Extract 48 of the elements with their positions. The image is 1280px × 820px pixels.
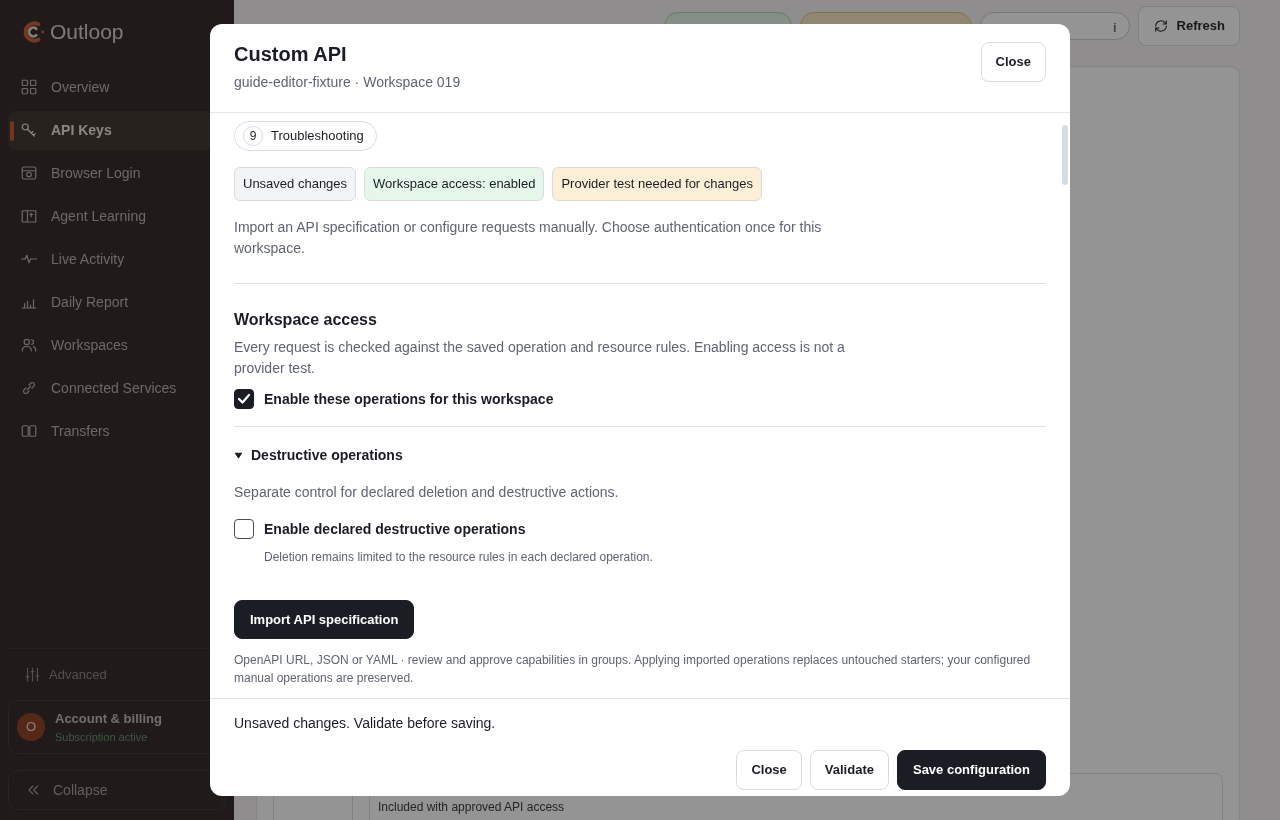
sidebar-item[interactable]: Transfers [8,411,226,451]
users-icon [20,336,38,354]
intro-text: Import an API specification or configure requests manually. Choose authentication once for this workspace. [234,217,823,258]
book-icon [20,207,38,225]
footer-status: Unsaved changes. Validate before saving. [234,714,497,733]
checkbox[interactable] [234,519,254,540]
section-heading: Workspace access [234,309,378,329]
close-button[interactable]: Close [736,750,802,790]
status-tag: Unsaved changes [234,167,357,201]
key-icon [20,121,38,139]
dialog-subtitle: guide-editor-fixture · Workspace 019 [234,73,461,92]
refresh-icon [1152,18,1169,34]
browser-icon [20,164,38,182]
sliders-icon [24,665,41,683]
status-tag: Workspace access: enabled [364,167,545,201]
validate-button[interactable]: Validate [809,750,889,790]
checkbox[interactable] [234,389,254,410]
checkbox-hint: Deletion remains limited to the resource rules in each declared operation. [264,548,654,566]
brand-name: Outloop [50,19,124,45]
save-button[interactable]: Save configuration [896,750,1046,790]
refresh-button[interactable]: Refresh [1137,6,1240,46]
grid-icon [20,78,38,96]
section-description: Separate control for declared deletion and destructive actions. [234,482,620,502]
sidebar-item[interactable]: Agent Learning [8,196,226,236]
sidebar-item[interactable]: Live Activity [8,239,226,279]
link-icon [20,379,38,397]
checkbox-label: Enable these operations for this workspace [264,389,554,409]
avatar: O [17,713,45,741]
columns-icon [20,422,38,440]
sidebar-item[interactable]: Browser Login [8,153,226,193]
subscription-status: Subscription active [55,729,149,745]
close-button[interactable]: Close [980,42,1046,82]
sidebar-item[interactable]: Daily Report [8,282,226,322]
checkbox-label: Enable declared destructive operations [264,519,526,539]
info-icon: i [1112,18,1117,34]
sidebar-item[interactable]: Workspaces [8,325,226,365]
sidebar-item[interactable]: Connected Services [8,368,226,408]
import-button[interactable]: Import API specification [234,599,415,640]
disclosure-toggle[interactable]: Destructive operations [234,444,1046,466]
status-tag: Provider test needed for changes [552,167,762,201]
account-name: Account & billing [55,710,162,728]
import-note: OpenAPI URL, JSON or YAML · review and approve capabilities in groups. Applying imported operations replaces untouched starters; your configured manual operations are preserved. [234,652,1032,688]
scrollbar-thumb[interactable] [1062,125,1068,185]
card-note: Included with approved API access [378,799,566,816]
check-icon [237,392,251,407]
section-description: Every request is checked against the saved operation and resource rules. Enabling access is not a provider test. [234,337,846,378]
sidebar-item[interactable]: Overview [8,67,226,107]
dialog-title: Custom API [234,42,348,66]
